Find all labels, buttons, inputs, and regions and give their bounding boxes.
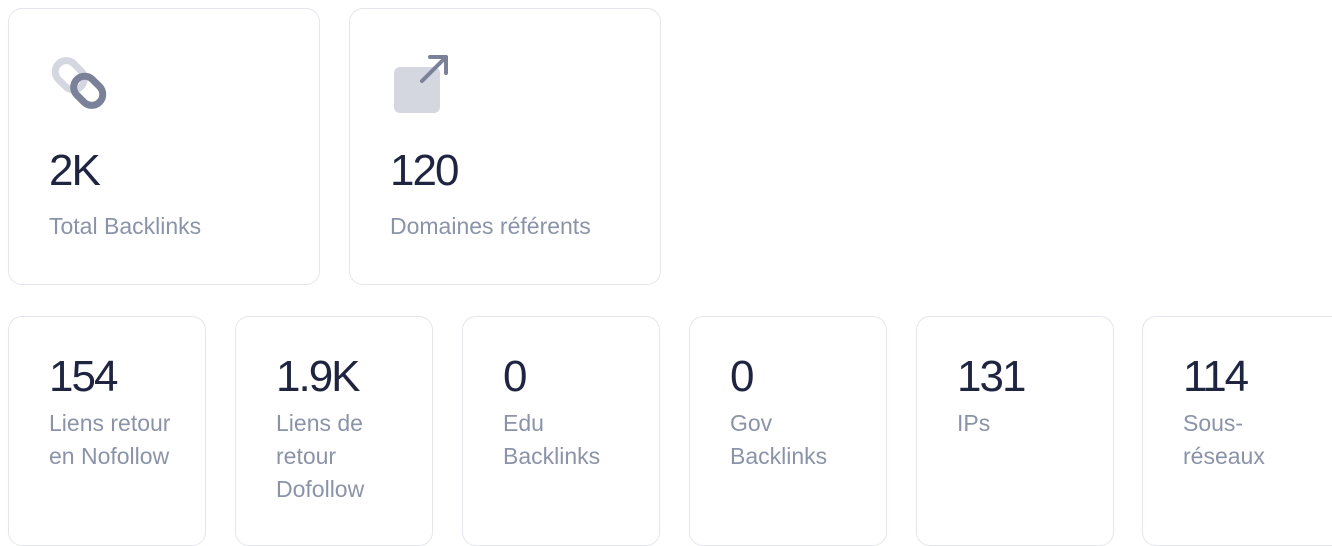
total-backlinks-value: 2K [49,146,101,195]
dofollow-label: Liens de retour Dofollow [276,410,365,502]
subnets-value: 114 [1183,352,1249,401]
ips-card: 131 IPs [916,316,1114,546]
dofollow-card: 1.9K Liens de retour Dofollow [235,316,433,546]
gov-backlinks-card: 0 Gov Backlinks [689,316,887,546]
nofollow-value: 154 [49,352,118,401]
nofollow-label: Liens retour en Nofollow [49,410,171,469]
total-backlinks-label: Total Backlinks [49,213,202,239]
gov-backlinks-value: 0 [730,352,755,401]
subnets-label: Sous-réseaux [1183,410,1265,469]
dofollow-value: 1.9K [276,352,361,401]
total-backlinks-card: 2K Total Backlinks [8,8,320,285]
nofollow-card: 154 Liens retour en Nofollow [8,316,206,546]
referring-domains-label: Domaines référents [390,213,591,239]
edu-backlinks-card: 0 Edu Backlinks [462,316,660,546]
gov-backlinks-label: Gov Backlinks [730,410,828,469]
ips-label: IPs [957,410,991,436]
referring-domains-card: 120 Domaines référents [349,8,661,285]
edu-backlinks-value: 0 [503,352,528,401]
subnets-card: 114 Sous-réseaux [1142,316,1332,546]
referring-domains-value: 120 [390,146,459,195]
link-icon [51,57,107,109]
ips-value: 131 [957,352,1026,401]
external-link-icon [394,55,448,113]
edu-backlinks-label: Edu Backlinks [503,410,601,469]
